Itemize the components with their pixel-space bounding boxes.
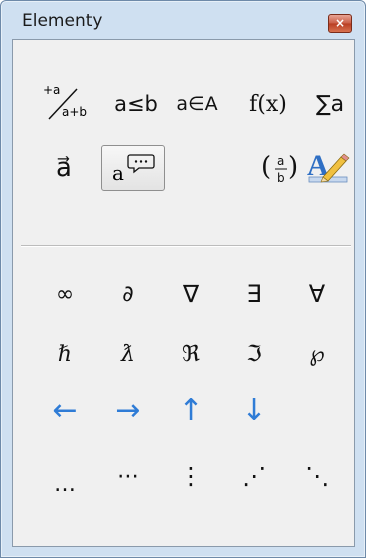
symbol-lambda-bar[interactable]: ƛ: [98, 331, 158, 377]
up-right-ellipsis-glyph: ⋰: [242, 462, 266, 490]
title-bar[interactable]: Elementy ×: [1, 1, 365, 37]
category-brackets[interactable]: ( a b ): [257, 145, 307, 191]
category-operators[interactable]: ∑a: [305, 81, 355, 127]
fraction-slash-icon: [48, 88, 78, 120]
separator: [21, 245, 351, 247]
vertical-ellipsis-glyph: ⋮: [179, 462, 203, 490]
svg-text:): ): [288, 152, 298, 182]
category-unary-binary[interactable]: +a a+b: [41, 81, 97, 127]
down-right-ellipsis-glyph: ⋱: [305, 462, 329, 490]
symbol-infinity[interactable]: ∞: [35, 271, 95, 317]
symbol-weierstrass-p-glyph: ℘: [309, 341, 325, 367]
symbol-real-part-glyph: ℜ: [182, 341, 200, 367]
svg-text:b: b: [277, 171, 285, 185]
symbol-lambda-bar-glyph: ƛ: [121, 341, 135, 367]
unary-binary-bottom: a+b: [62, 105, 88, 119]
left-arrow-icon: ←: [52, 392, 78, 428]
symbol-forall-glyph: ∀: [308, 280, 326, 308]
axis-ellipsis-glyph: ⋯: [117, 463, 139, 489]
category-formats[interactable]: A: [301, 143, 353, 191]
symbol-left-arrow[interactable]: ←: [35, 387, 95, 433]
symbol-infinity-glyph: ∞: [55, 281, 75, 307]
down-arrow-icon: ↓: [241, 392, 267, 428]
elements-window: Elementy × +a a+b a≤b a∈A f(x) ∑a a⃗ a (…: [0, 0, 366, 558]
symbol-imaginary-part-glyph: ℑ: [246, 341, 262, 367]
others-label: a: [112, 161, 124, 185]
symbol-exists-glyph: ∃: [246, 280, 262, 308]
symbol-partial[interactable]: ∂: [98, 271, 158, 317]
symbol-right-arrow[interactable]: →: [98, 387, 158, 433]
category-attributes[interactable]: a⃗: [41, 145, 87, 191]
functions-label: f(x): [249, 91, 287, 117]
symbol-axis-ellipsis[interactable]: ⋯: [98, 453, 158, 499]
symbol-imaginary-part[interactable]: ℑ: [224, 331, 284, 377]
symbol-h-bar[interactable]: ℏ: [35, 331, 95, 377]
symbol-h-bar-glyph: ℏ: [57, 341, 73, 367]
relations-label: a≤b: [114, 92, 158, 116]
symbol-up-right-ellipsis[interactable]: ⋰: [224, 453, 284, 499]
attributes-label: a⃗: [56, 153, 72, 183]
set-operations-label: a∈A: [176, 93, 218, 115]
category-relations[interactable]: a≤b: [105, 81, 167, 127]
symbol-nabla-glyph: ∇: [182, 280, 200, 308]
symbol-low-ellipsis[interactable]: …: [35, 453, 95, 499]
symbol-weierstrass-p[interactable]: ℘: [287, 331, 347, 377]
svg-text:(: (: [261, 152, 271, 182]
format-pencil-icon: A: [307, 149, 350, 183]
symbol-vertical-ellipsis[interactable]: ⋮: [161, 453, 221, 499]
category-others[interactable]: a: [101, 145, 165, 191]
category-set-operations[interactable]: a∈A: [169, 81, 225, 127]
window-title: Elementy: [22, 11, 103, 31]
speech-bubble-icon: [127, 154, 155, 174]
symbol-partial-glyph: ∂: [122, 281, 134, 307]
up-arrow-icon: ↑: [178, 392, 204, 428]
svg-text:a: a: [277, 154, 284, 168]
symbol-forall[interactable]: ∀: [287, 271, 347, 317]
low-ellipsis-glyph: …: [54, 471, 76, 497]
close-button[interactable]: ×: [328, 14, 352, 33]
symbol-down-arrow[interactable]: ↓: [224, 387, 284, 433]
symbol-nabla[interactable]: ∇: [161, 271, 221, 317]
symbol-down-right-ellipsis[interactable]: ⋱: [287, 453, 347, 499]
category-functions[interactable]: f(x): [237, 81, 299, 127]
symbol-exists[interactable]: ∃: [224, 271, 284, 317]
brackets-icon: ( a b ): [261, 152, 298, 185]
symbol-real-part[interactable]: ℜ: [161, 331, 221, 377]
operators-label: ∑a: [315, 91, 345, 117]
symbol-up-arrow[interactable]: ↑: [161, 387, 221, 433]
right-arrow-icon: →: [115, 392, 141, 428]
